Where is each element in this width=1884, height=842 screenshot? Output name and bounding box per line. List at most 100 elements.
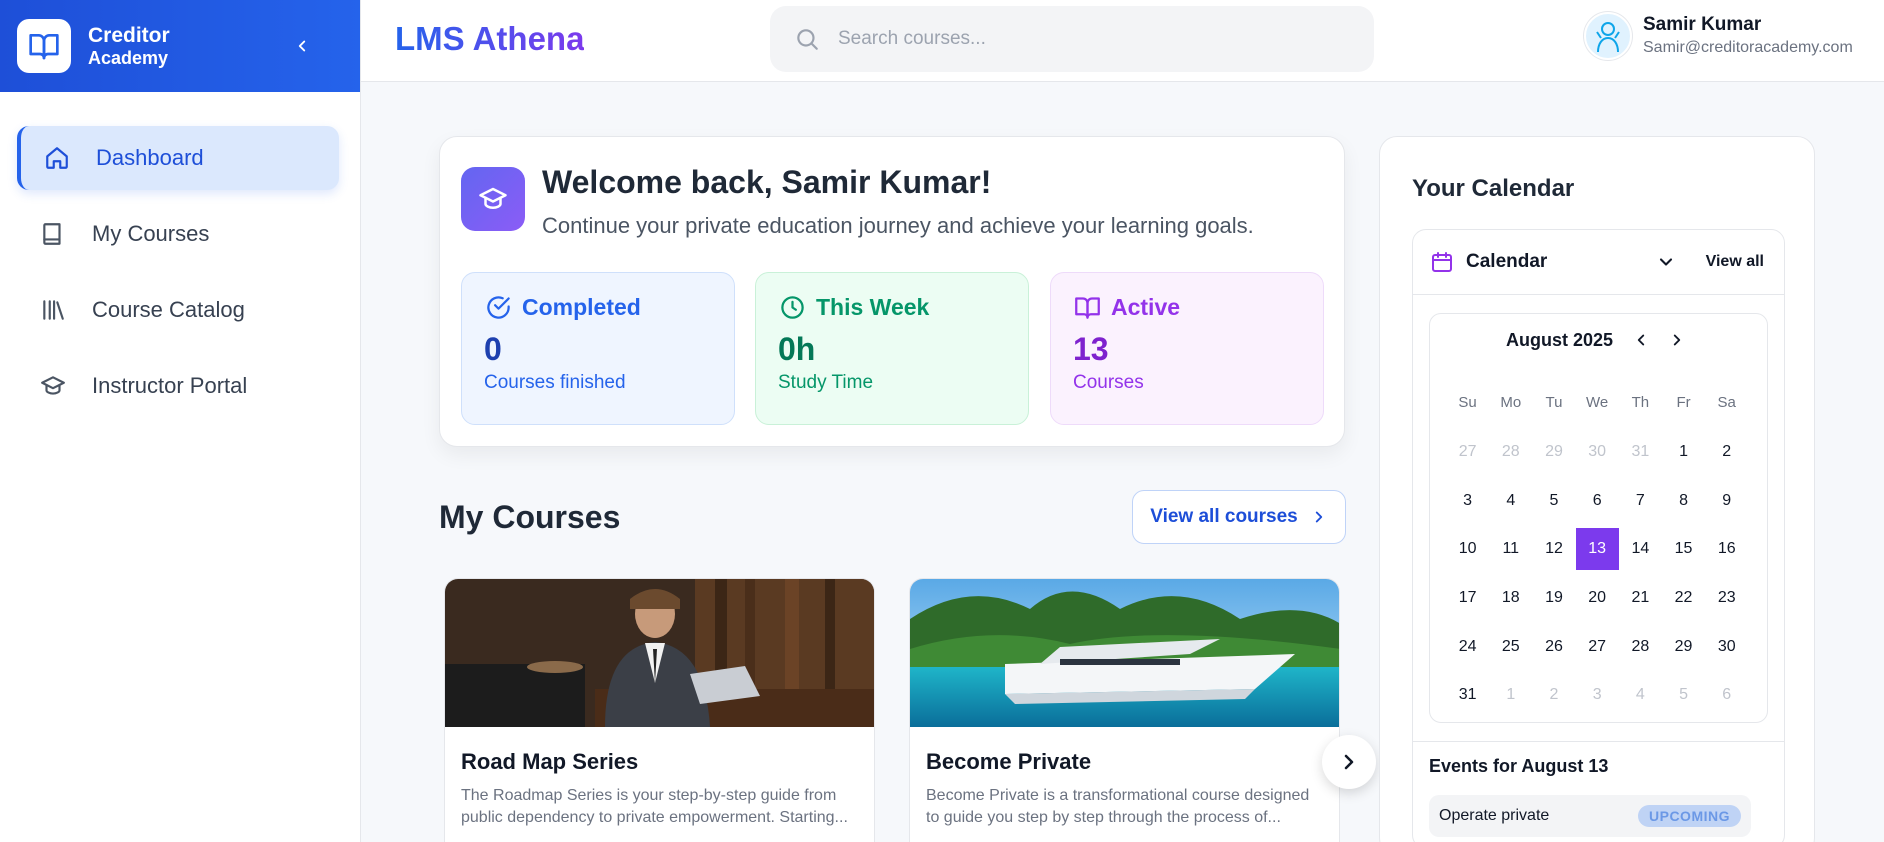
top-header: LMS Athena Samir Kumar Samir@creditoraca… bbox=[361, 0, 1884, 82]
sidebar-nav: Dashboard My Courses Course Catalog Inst… bbox=[0, 92, 360, 418]
avatar[interactable] bbox=[1584, 12, 1632, 60]
calendar-day[interactable]: 3 bbox=[1446, 477, 1489, 526]
stat-value: 0 bbox=[484, 331, 502, 367]
calendar-day[interactable]: 22 bbox=[1662, 574, 1705, 623]
graduation-cap-icon bbox=[461, 167, 525, 231]
calendar-panel-title: Your Calendar bbox=[1412, 175, 1575, 202]
calendar-day[interactable]: 28 bbox=[1489, 428, 1532, 477]
calendar-day[interactable]: 29 bbox=[1532, 428, 1575, 477]
sidebar-item-label: Dashboard bbox=[96, 145, 204, 170]
calendar-day[interactable]: 27 bbox=[1576, 622, 1619, 671]
days-grid: 27 28 29 30 31 1 2 3 4 5 6 7 8 9 10 11 12 13 14 15 16 17 18 19 2… bbox=[1446, 428, 1748, 720]
calendar-day[interactable]: 16 bbox=[1705, 525, 1748, 574]
calendar-day[interactable]: 10 bbox=[1446, 525, 1489, 574]
chevron-right-icon bbox=[1344, 754, 1354, 770]
check-circle-icon bbox=[484, 293, 512, 321]
event-item[interactable]: Operate private UPCOMING bbox=[1429, 795, 1751, 837]
calendar-day[interactable]: 4 bbox=[1619, 671, 1662, 720]
calendar-day[interactable]: 3 bbox=[1576, 671, 1619, 720]
calendar-day[interactable]: 6 bbox=[1576, 477, 1619, 526]
calendar-day[interactable]: 24 bbox=[1446, 622, 1489, 671]
collapse-sidebar-button[interactable] bbox=[289, 33, 315, 59]
view-all-courses-label: View all courses bbox=[1150, 506, 1298, 527]
calendar-day[interactable]: 31 bbox=[1619, 428, 1662, 477]
calendar-day[interactable]: 1 bbox=[1662, 428, 1705, 477]
calendar-day[interactable]: 5 bbox=[1662, 671, 1705, 720]
open-book-icon bbox=[1073, 293, 1101, 321]
calendar-day[interactable]: 29 bbox=[1662, 622, 1705, 671]
weekday-label: Mo bbox=[1500, 394, 1522, 411]
calendar-day[interactable]: 27 bbox=[1446, 428, 1489, 477]
calendar-day[interactable]: 1 bbox=[1489, 671, 1532, 720]
home-icon bbox=[42, 143, 72, 173]
month-calendar: August 2025 Su Mo Tu We Th Fr Sa 27 28 29 30 31 1 2 3… bbox=[1429, 313, 1768, 723]
brand-subtitle: Academy bbox=[88, 47, 169, 68]
calendar-day[interactable]: 23 bbox=[1705, 574, 1748, 623]
sidebar-item-instructor-portal[interactable]: Instructor Portal bbox=[17, 354, 339, 418]
stat-card-this-week: This Week 0h Study Time bbox=[755, 272, 1029, 425]
calendar-day[interactable]: 17 bbox=[1446, 574, 1489, 623]
month-label: August 2025 bbox=[1506, 329, 1614, 350]
chevron-right-icon bbox=[1310, 508, 1328, 526]
stat-label: Completed bbox=[522, 293, 641, 320]
graduation-cap-icon bbox=[38, 371, 68, 401]
view-all-courses-button[interactable]: View all courses bbox=[1132, 490, 1346, 544]
calendar-dropdown-toggle[interactable] bbox=[1656, 252, 1676, 272]
search-icon bbox=[797, 29, 818, 50]
weekday-label: Th bbox=[1631, 394, 1650, 411]
user-profile[interactable]: Samir Kumar Samir@creditoracademy.com bbox=[1584, 12, 1853, 60]
calendar-day[interactable]: 8 bbox=[1662, 477, 1705, 526]
calendar-day[interactable]: 11 bbox=[1489, 525, 1532, 574]
calendar-day[interactable]: 30 bbox=[1576, 428, 1619, 477]
stat-caption: Courses bbox=[1073, 372, 1144, 393]
calendar-day[interactable]: 31 bbox=[1446, 671, 1489, 720]
calendar-day[interactable]: 20 bbox=[1576, 574, 1619, 623]
calendar-day[interactable]: 15 bbox=[1662, 525, 1705, 574]
search-input[interactable] bbox=[838, 28, 1358, 50]
open-book-logo-icon bbox=[17, 19, 71, 73]
sidebar-item-my-courses[interactable]: My Courses bbox=[17, 202, 339, 266]
clock-icon bbox=[778, 293, 806, 321]
calendar-day[interactable]: 25 bbox=[1489, 622, 1532, 671]
brand-header: Creditor Academy bbox=[0, 0, 360, 92]
stat-value: 0h bbox=[778, 331, 816, 367]
stat-card-completed: Completed 0 Courses finished bbox=[461, 272, 735, 425]
calendar-day[interactable]: 9 bbox=[1705, 477, 1748, 526]
carousel-next-button[interactable] bbox=[1322, 735, 1376, 789]
sidebar-item-course-catalog[interactable]: Course Catalog bbox=[17, 278, 339, 342]
calendar-day[interactable]: 28 bbox=[1619, 622, 1662, 671]
stat-caption: Study Time bbox=[778, 372, 874, 393]
calendar-day[interactable]: 6 bbox=[1705, 671, 1748, 720]
my-courses-heading: My Courses bbox=[439, 499, 621, 535]
sidebar: Creditor Academy Dashboard My Courses Co… bbox=[0, 0, 361, 842]
calendar-day[interactable]: 26 bbox=[1532, 622, 1575, 671]
user-name: Samir Kumar bbox=[1643, 14, 1762, 36]
calendar-day[interactable]: 21 bbox=[1619, 574, 1662, 623]
next-month-button[interactable] bbox=[1666, 329, 1688, 351]
chevron-down-icon bbox=[1659, 258, 1672, 266]
calendar-day[interactable]: 4 bbox=[1489, 477, 1532, 526]
calendar-day[interactable]: 30 bbox=[1705, 622, 1748, 671]
calendar-day[interactable]: 2 bbox=[1705, 428, 1748, 477]
previous-month-button[interactable] bbox=[1630, 329, 1652, 351]
calendar-day[interactable]: 5 bbox=[1532, 477, 1575, 526]
course-card[interactable]: Become Private Become Private is a trans… bbox=[909, 578, 1340, 842]
stat-label: Active bbox=[1111, 293, 1181, 320]
sidebar-item-dashboard[interactable]: Dashboard bbox=[17, 126, 339, 190]
search-bar[interactable] bbox=[770, 6, 1374, 72]
sidebar-item-label: Instructor Portal bbox=[92, 373, 248, 398]
calendar-day[interactable]: 2 bbox=[1532, 671, 1575, 720]
calendar-day-selected[interactable]: 13 bbox=[1575, 528, 1619, 571]
calendar-day[interactable]: 12 bbox=[1532, 525, 1575, 574]
calendar-day[interactable]: 14 bbox=[1619, 525, 1662, 574]
sidebar-item-label: My Courses bbox=[92, 221, 210, 246]
course-card[interactable]: Road Map Series The Roadmap Series is yo… bbox=[444, 578, 875, 842]
calendar-day[interactable]: 7 bbox=[1619, 477, 1662, 526]
stat-value: 13 bbox=[1073, 331, 1109, 367]
calendar-view-all-link[interactable]: View all bbox=[1706, 253, 1764, 271]
calendar-day[interactable]: 18 bbox=[1489, 574, 1532, 623]
brand-name: Creditor bbox=[88, 23, 170, 47]
calendar-day[interactable]: 19 bbox=[1532, 574, 1575, 623]
sidebar-item-label: Course Catalog bbox=[92, 297, 245, 322]
book-icon bbox=[38, 219, 68, 249]
